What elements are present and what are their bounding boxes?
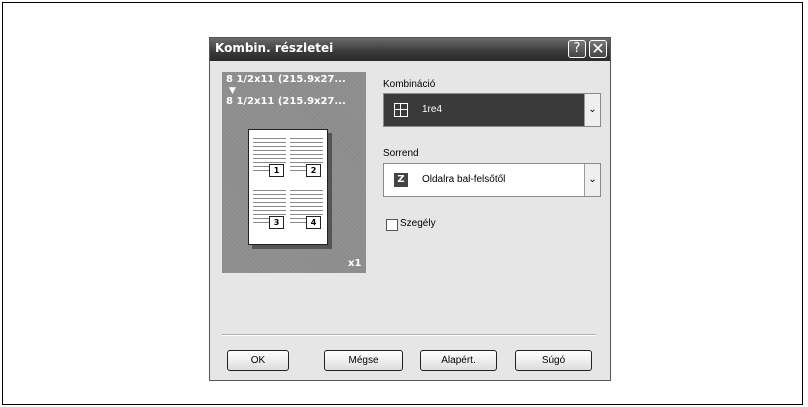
layout-preview: 8 1/2x11 (215.9x27... ▼ 8 1/2x11 (215.9x… (222, 72, 366, 273)
z-order-icon: Z (394, 173, 408, 187)
paper-to-label: 8 1/2x11 (215.9x27... (226, 96, 346, 107)
preview-cell-4: 4 (290, 188, 323, 234)
defaults-button[interactable]: Alapért. (420, 350, 497, 371)
chevron-down-icon[interactable]: ⌄ (584, 164, 600, 196)
arrow-down-icon: ▼ (229, 86, 236, 96)
combination-value: 1re4 (422, 104, 443, 115)
copies-count: x1 (348, 258, 362, 269)
help-title-button[interactable]: ? (568, 40, 586, 58)
help-button[interactable]: Súgó (515, 350, 592, 371)
combination-label: Kombináció (383, 79, 436, 90)
divider (222, 334, 596, 336)
order-value: Oldalra bal-felsőtől (422, 174, 506, 185)
combination-details-dialog: Kombin. részletei ? ✕ 8 1/2x11 (215.9x27… (209, 37, 611, 381)
paper-from-label: 8 1/2x11 (215.9x27... (226, 74, 346, 85)
preview-cell-1: 1 (253, 136, 286, 182)
title-bar: Kombin. részletei ? ✕ (210, 38, 610, 61)
cancel-button[interactable]: Mégse (324, 350, 403, 371)
combination-select[interactable]: 1re4 ⌄ (383, 93, 601, 127)
dialog-title: Kombin. részletei (215, 41, 334, 55)
four-up-layout-icon (394, 103, 408, 117)
order-label: Sorrend (383, 148, 419, 159)
preview-cell-2: 2 (290, 136, 323, 182)
order-select[interactable]: Z Oldalra bal-felsőtől ⌄ (383, 163, 601, 197)
page-number-3: 3 (269, 216, 284, 229)
close-button[interactable]: ✕ (589, 40, 607, 58)
border-checkbox-label[interactable]: Szegély (400, 218, 436, 229)
page-number-1: 1 (269, 164, 284, 177)
ok-button[interactable]: OK (227, 350, 289, 371)
preview-cell-3: 3 (253, 188, 286, 234)
chevron-down-icon[interactable]: ⌄ (584, 94, 600, 126)
border-checkbox[interactable] (386, 219, 398, 231)
page-number-4: 4 (306, 216, 321, 229)
page-number-2: 2 (306, 164, 321, 177)
preview-page: 1 2 3 4 (248, 129, 328, 245)
